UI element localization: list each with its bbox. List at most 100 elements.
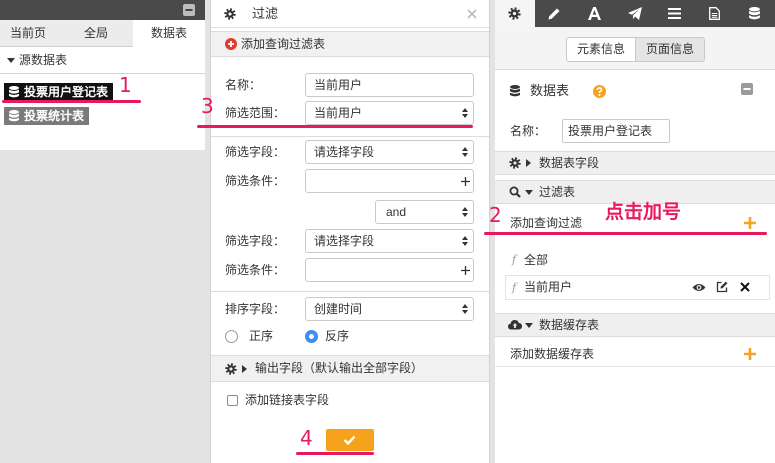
- database-icon: [9, 86, 19, 98]
- add-condition-button[interactable]: [457, 169, 474, 193]
- step-3-underline: [197, 125, 473, 128]
- confirm-button[interactable]: [326, 429, 374, 451]
- add-filter-table-label: 添加查询过滤表: [241, 37, 326, 51]
- sort-field-select[interactable]: 创建时间: [305, 297, 474, 321]
- filter-field-select[interactable]: 请选择字段: [305, 229, 474, 253]
- select-arrows-icon: [462, 304, 468, 314]
- toolbar-tab-database[interactable]: [735, 0, 775, 27]
- link-fields-label: 添加链接表字段: [245, 393, 330, 407]
- left-panel: 当前页 全局 数据表 源数据表 投票用户登记表 投票统计表: [0, 0, 205, 150]
- font-icon: [588, 7, 601, 20]
- filter-condition-input[interactable]: [305, 258, 458, 282]
- dialog-title: 过滤: [252, 6, 279, 21]
- chevron-down-icon: [525, 190, 533, 195]
- filter-item-label[interactable]: 全部: [524, 248, 548, 272]
- check-icon: [343, 435, 356, 445]
- tab-data-tables[interactable]: 数据表: [133, 20, 205, 47]
- table-item[interactable]: 投票统计表: [4, 107, 90, 125]
- toolbar-tab-edit[interactable]: [535, 0, 575, 27]
- eye-icon[interactable]: [692, 283, 706, 292]
- gear-icon: [225, 363, 237, 375]
- radio-ascending[interactable]: [225, 330, 238, 343]
- add-filter-table-button[interactable]: 添加查询过滤表: [211, 31, 489, 57]
- table-item-label: 投票统计表: [24, 109, 85, 123]
- link-fields-checkbox[interactable]: [227, 395, 238, 406]
- name-label: 名称：: [225, 78, 262, 92]
- cache-tables-toggle[interactable]: 数据缓存表: [495, 313, 775, 337]
- collapse-icon[interactable]: [183, 4, 195, 16]
- database-icon: [749, 7, 760, 20]
- filter-condition-label: 筛选条件：: [225, 174, 286, 188]
- name-input[interactable]: 投票用户登记表: [562, 119, 670, 143]
- add-cache-plus-icon[interactable]: [744, 348, 756, 360]
- chevron-down-icon: [7, 58, 15, 63]
- function-prefix: f: [512, 281, 517, 294]
- output-fields-toggle[interactable]: 输出字段（默认输出全部字段）: [211, 355, 489, 382]
- toolbar-tab-file[interactable]: [695, 0, 735, 27]
- pencil-icon: [548, 7, 561, 20]
- add-filter-plus-icon[interactable]: [744, 217, 756, 229]
- scope-select-value: 当前用户: [314, 106, 363, 120]
- table-item-label: 投票用户登记表: [24, 85, 109, 99]
- page-info-tab[interactable]: 页面信息: [635, 37, 705, 62]
- filter-field-select[interactable]: 请选择字段: [305, 140, 474, 164]
- table-fields-label: 数据表字段: [539, 156, 600, 170]
- element-info-tab[interactable]: 元素信息: [566, 37, 636, 62]
- properties-toolbar: [495, 0, 775, 27]
- name-input[interactable]: 当前用户: [305, 73, 474, 97]
- file-icon: [709, 7, 720, 20]
- left-panel-tabs: 当前页 全局 数据表: [0, 20, 205, 47]
- filter-field-label: 筛选字段：: [225, 145, 286, 159]
- filter-dialog: 过滤 添加查询过滤表 名称： 当前用户 筛选范围： 当前用户 筛选字段： 请选择…: [210, 0, 490, 463]
- database-icon: [9, 110, 19, 122]
- list-icon: [668, 8, 681, 19]
- radio-descending-label: 反序: [325, 329, 350, 343]
- radio-descending[interactable]: [305, 330, 318, 343]
- database-icon: [510, 85, 520, 97]
- connector-select[interactable]: and: [375, 200, 474, 224]
- output-fields-label: 输出字段（默认输出全部字段）: [255, 361, 424, 375]
- toolbar-tab-list[interactable]: [655, 0, 695, 27]
- plus-icon: [461, 177, 470, 186]
- filter-condition-input[interactable]: [305, 169, 458, 193]
- table-item[interactable]: 投票用户登记表: [4, 83, 114, 101]
- close-icon[interactable]: [467, 9, 477, 19]
- step-3-marker: 3: [201, 94, 214, 118]
- step-4-underline: [296, 452, 374, 455]
- tab-current-page[interactable]: 当前页: [0, 20, 56, 46]
- name-label: 名称：: [510, 124, 547, 138]
- collapse-icon[interactable]: [741, 83, 753, 95]
- toolbar-tab-send[interactable]: [615, 0, 655, 27]
- send-icon: [628, 7, 642, 20]
- scope-select[interactable]: 当前用户: [305, 101, 474, 125]
- scope-label: 筛选范围：: [225, 106, 286, 120]
- step-4-marker: 4: [300, 426, 313, 450]
- select-arrows-icon: [462, 207, 468, 217]
- filter-item-label: 当前用户: [524, 280, 573, 294]
- divider: [211, 291, 489, 292]
- gear-icon: [509, 157, 521, 169]
- add-condition-button[interactable]: [457, 258, 474, 282]
- delete-icon[interactable]: [740, 282, 750, 292]
- section-title: 数据表: [530, 83, 570, 98]
- filter-tables-toggle[interactable]: 过滤表: [495, 180, 775, 204]
- select-arrows-icon: [462, 236, 468, 246]
- tab-global[interactable]: 全局: [66, 20, 126, 46]
- toolbar-tab-settings[interactable]: [495, 0, 535, 27]
- add-cache-row: 添加数据缓存表: [495, 342, 775, 367]
- source-tables-header[interactable]: 源数据表: [0, 48, 205, 72]
- filter-field-value: 请选择字段: [314, 234, 375, 248]
- plus-icon: [461, 266, 470, 275]
- help-icon[interactable]: [593, 85, 606, 98]
- add-circle-icon: [225, 38, 237, 50]
- table-fields-toggle[interactable]: 数据表字段: [495, 151, 775, 175]
- view-toggle: 元素信息 页面信息: [495, 27, 775, 70]
- toolbar-tab-font[interactable]: [575, 0, 615, 27]
- edit-icon[interactable]: [716, 281, 728, 293]
- filter-field-value: 请选择字段: [314, 145, 375, 159]
- search-icon: [509, 186, 521, 198]
- cloud-upload-icon: [508, 319, 522, 330]
- filter-item[interactable]: f 当前用户: [505, 275, 770, 300]
- step-2-marker: 2: [489, 203, 502, 227]
- gear-icon: [508, 7, 521, 20]
